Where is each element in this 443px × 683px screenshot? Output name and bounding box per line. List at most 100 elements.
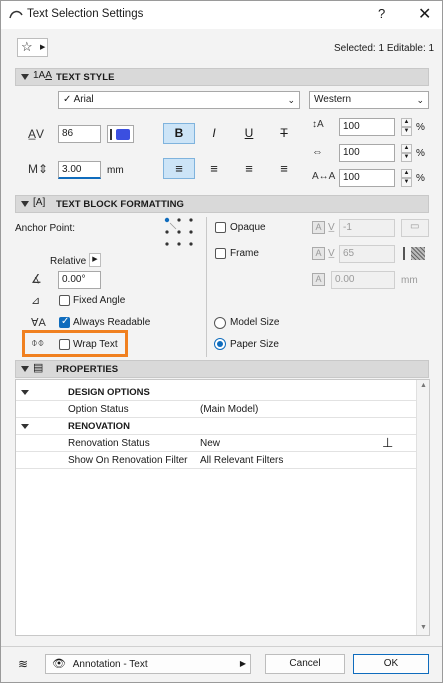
column-divider (206, 217, 207, 357)
app-logo-icon (9, 10, 23, 19)
frame-checkbox[interactable] (215, 248, 226, 259)
text-size-input[interactable]: 86 (58, 125, 101, 143)
opaque-color-button[interactable]: ▭ (401, 219, 429, 237)
favorites-button[interactable]: ☆ ▶ (17, 38, 48, 57)
section-text-style[interactable]: 1AA TEXT STYLE (15, 68, 429, 86)
cancel-button[interactable]: Cancel (265, 654, 345, 674)
scroll-down-icon[interactable]: ▼ (420, 624, 427, 631)
bold-button[interactable]: B (163, 123, 195, 144)
fixed-angle-label: Fixed Angle (73, 295, 126, 306)
relative-menu-button[interactable]: ▶ (89, 253, 101, 267)
align-justify-button[interactable]: ≡ (268, 158, 300, 179)
table-row[interactable]: Show On Renovation Filter All Relevant F… (16, 452, 416, 469)
chevron-right-icon: ▶ (40, 44, 46, 51)
script-select[interactable]: Western ⌄ (309, 91, 429, 109)
paper-size-radio[interactable] (214, 338, 226, 350)
fixed-angle-checkbox[interactable] (59, 295, 70, 306)
pen-size-input[interactable]: 3.00 (58, 161, 101, 179)
always-readable-label: Always Readable (73, 317, 151, 328)
table-row[interactable]: RENOVATION (16, 418, 416, 435)
char-spacing-stepper[interactable]: ▲ ▼ (401, 169, 412, 187)
frame-pen-icon: A (312, 247, 325, 260)
row-key: Show On Renovation Filter (68, 455, 188, 466)
footer-divider (1, 646, 442, 647)
spacing-icon: ⇔ (312, 146, 323, 158)
window-title: Text Selection Settings (27, 8, 144, 20)
selection-status: Selected: 1 Editable: 1 (334, 43, 435, 54)
properties-icon: ▤ (33, 362, 44, 374)
chevron-right-icon: ▶ (239, 659, 246, 668)
percent-label: % (416, 122, 425, 133)
row-key: DESIGN OPTIONS (68, 387, 150, 398)
frame-offset-input[interactable]: 0.00 (331, 271, 395, 289)
layer-select[interactable]: 👁 Annotation - Text ▶ (45, 654, 251, 674)
properties-table[interactable]: DESIGN OPTIONS Option Status (Main Model… (15, 379, 430, 636)
opaque-checkbox[interactable] (215, 222, 226, 233)
always-readable-icon: ∀A (31, 317, 46, 329)
spacing-input[interactable]: 100 (339, 144, 395, 162)
check-icon: ✓ (63, 94, 72, 105)
section-label: TEXT BLOCK FORMATTING (56, 199, 185, 210)
chevron-down-icon: ⌄ (416, 95, 424, 105)
opaque-pen-input[interactable]: -1 (339, 219, 395, 237)
wrap-text-checkbox[interactable] (59, 339, 70, 350)
frame-pen-input[interactable]: 65 (339, 245, 395, 263)
wrap-text-icon: ⌽⌽ (31, 337, 45, 349)
row-value: New (200, 438, 221, 449)
pen-color-button[interactable] (107, 125, 134, 143)
section-text-block[interactable]: [A] TEXT BLOCK FORMATTING (15, 195, 429, 213)
text-size-icon: A̲V (28, 127, 45, 141)
close-button[interactable]: ✕ (418, 4, 431, 24)
pen-color-swatch (116, 129, 130, 140)
text-style-icon: 1AA (33, 70, 52, 81)
scroll-up-icon[interactable]: ▲ (420, 382, 427, 389)
pattern-swatch[interactable] (411, 247, 425, 260)
font-select[interactable]: ✓ Arial ⌄ (58, 91, 300, 109)
title-bar: Text Selection Settings ? ✕ (1, 1, 442, 29)
chevron-down-icon: ⌄ (287, 95, 295, 105)
frame-offset-unit: mm (401, 275, 418, 286)
script-value: Western (314, 94, 352, 105)
model-size-radio[interactable] (214, 317, 226, 329)
frame-offset-icon: A (312, 273, 325, 286)
section-properties[interactable]: ▤ PROPERTIES (15, 360, 429, 378)
width-factor-icon: ↕A (312, 119, 324, 130)
italic-button[interactable]: I (198, 123, 230, 144)
anchor-point-label: Anchor Point: (15, 223, 76, 234)
monitor-icon: ▭ (410, 221, 420, 232)
paper-size-label: Paper Size (230, 339, 279, 350)
anchor-point-grid[interactable] (164, 217, 194, 247)
align-left-icon: ≡ (175, 161, 183, 176)
spacing-stepper[interactable]: ▲ ▼ (401, 144, 412, 162)
layer-label: Annotation - Text (72, 659, 148, 670)
strikethrough-button[interactable]: T (268, 123, 300, 144)
row-key: RENOVATION (68, 421, 130, 432)
width-factor-stepper[interactable]: ▲ ▼ (401, 118, 412, 136)
help-button[interactable]: ? (378, 6, 385, 21)
font-value: Arial (73, 94, 94, 105)
align-left-button[interactable]: ≡ (163, 158, 195, 179)
expand-arrow-icon[interactable] (21, 424, 29, 429)
row-value: (Main Model) (200, 404, 259, 415)
align-right-button[interactable]: ≡ (233, 158, 265, 179)
relative-label: Relative (50, 256, 87, 267)
char-spacing-input[interactable]: 100 (339, 169, 395, 187)
renovation-icon[interactable]: ⊥ (382, 435, 393, 451)
row-key: Renovation Status (68, 438, 150, 449)
star-icon: ☆ (21, 39, 33, 54)
angle-input[interactable]: 0.00° (58, 271, 101, 289)
width-factor-input[interactable]: 100 (339, 118, 395, 136)
ok-button[interactable]: OK (353, 654, 429, 674)
always-readable-checkbox[interactable] (59, 316, 70, 328)
underline-button[interactable]: U (233, 123, 265, 144)
percent-label: % (416, 173, 425, 184)
table-row[interactable]: Renovation Status New ⊥ (16, 435, 416, 452)
fill-pen-icon: A (312, 221, 325, 234)
pen-icon: V̲ (328, 248, 335, 259)
expand-arrow-icon[interactable] (21, 390, 29, 395)
pen-unit: mm (107, 165, 124, 176)
align-center-button[interactable]: ≡ (198, 158, 230, 179)
properties-scrollbar[interactable]: ▲ ▼ (416, 380, 429, 635)
table-row[interactable]: DESIGN OPTIONS (16, 384, 416, 401)
table-row[interactable]: Option Status (Main Model) (16, 401, 416, 418)
